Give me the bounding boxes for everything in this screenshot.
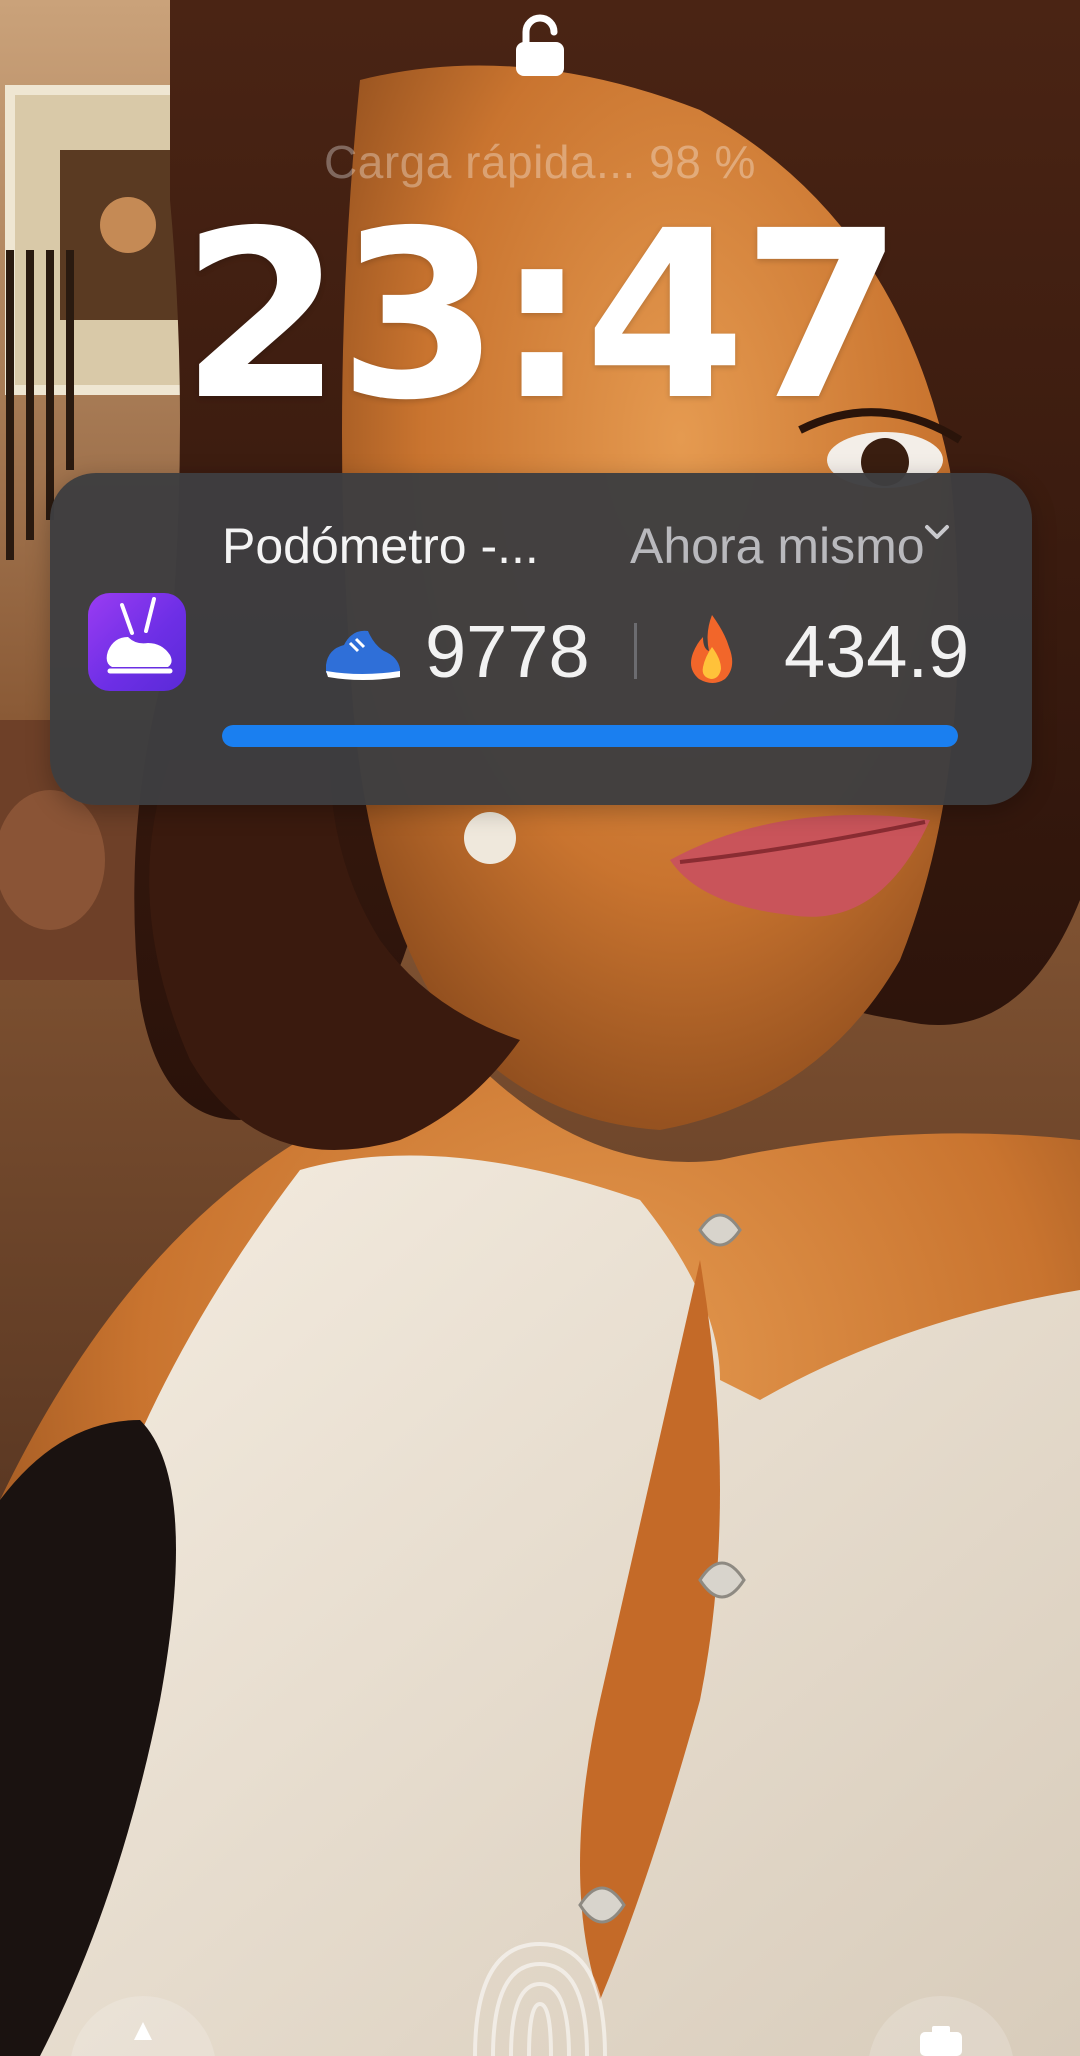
lock-screen: Carga rápida... 98 % 23:47 Podómetro -..…	[0, 0, 1080, 2056]
steps-count: 9778	[425, 610, 590, 693]
stats-divider	[634, 623, 637, 679]
pedometer-app-icon	[88, 593, 186, 691]
steps-progress-bar	[222, 725, 958, 747]
camera-icon	[920, 2026, 962, 2056]
fingerprint-icon[interactable]	[455, 1924, 625, 2056]
flame-icon	[685, 613, 739, 685]
chevron-down-icon[interactable]	[922, 521, 952, 545]
notification-timestamp: Ahora mismo	[630, 518, 925, 574]
pedometer-stats: 9778 434.9	[222, 605, 982, 695]
lockscreen-clock: 23:47	[180, 181, 903, 451]
calories-count: 434.9	[784, 610, 970, 693]
notification-header: Podómetro -... Ahora mismo	[222, 511, 1022, 581]
sneaker-icon	[322, 615, 402, 685]
pedometer-notification[interactable]: Podómetro -... Ahora mismo 9778 434.9	[50, 473, 1032, 805]
sneaker-icon	[106, 597, 173, 674]
notification-app-name: Podómetro -...	[222, 518, 539, 574]
steps-progress-fill	[222, 725, 958, 747]
lock-open-icon	[510, 12, 570, 80]
flashlight-icon	[134, 2022, 152, 2040]
